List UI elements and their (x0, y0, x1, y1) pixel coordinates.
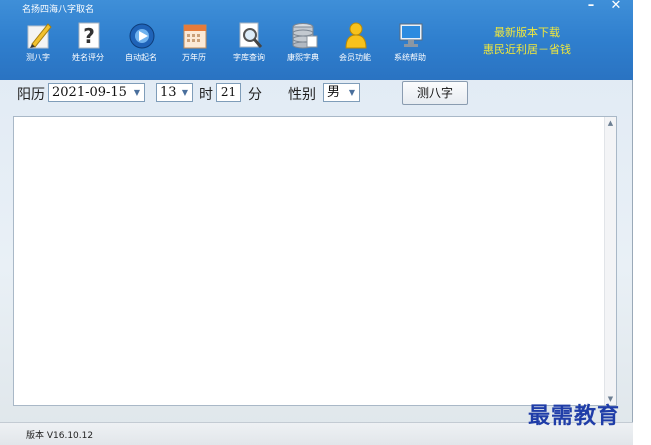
minute-input[interactable]: 21 (216, 83, 241, 102)
promo-link[interactable]: 惠民近利居－省钱 (472, 41, 582, 58)
title-bar: 名扬四海八字取名 – ✕ 测八字 ? 姓名评分 自动起名 万年历 字库查询 康熙… (0, 0, 633, 80)
chevron-down-icon: ▼ (181, 88, 189, 97)
toolbar-label: 万年历 (182, 53, 206, 62)
chevron-down-icon: ▼ (133, 88, 141, 97)
calculate-bazi-button[interactable]: 测八字 (402, 81, 468, 105)
calendar-icon (183, 24, 207, 49)
question-icon: ? (78, 22, 100, 49)
vertical-scrollbar[interactable]: ▲ ▼ (604, 117, 616, 405)
date-picker[interactable]: 2021-09-15 ▼ (48, 83, 145, 102)
result-textarea[interactable]: ▲ ▼ (13, 116, 617, 406)
hour-value: 13 (160, 85, 177, 100)
user-icon (345, 22, 367, 49)
monitor-icon (399, 23, 423, 47)
birth-form: 阳历 2021-09-15 ▼ 13 ▼ 时 21 分 性别 男 ▼ 测八字 (0, 80, 633, 112)
toolbar-item-name-score[interactable]: ? 姓名评分 (60, 18, 116, 68)
toolbar-label: 字库查询 (233, 53, 265, 62)
toolbar-label: 测八字 (26, 53, 50, 62)
magnifier-icon (239, 22, 263, 48)
toolbar-label: 自动起名 (125, 53, 157, 62)
calendar-label: 阳历 (17, 87, 45, 103)
toolbar-item-help[interactable]: 系统帮助 (382, 18, 438, 68)
toolbar-item-auto-name[interactable]: 自动起名 (113, 18, 169, 68)
toolbar-item-bazi[interactable]: 测八字 (10, 18, 66, 68)
toolbar-label: 会员功能 (339, 53, 371, 62)
toolbar-item-kangxi[interactable]: 康熙字典 (275, 18, 331, 68)
chevron-down-icon: ▼ (348, 88, 356, 97)
download-link[interactable]: 最新版本下载 (472, 24, 582, 41)
toolbar-item-member[interactable]: 会员功能 (327, 18, 383, 68)
hour-select[interactable]: 13 ▼ (156, 83, 193, 102)
minute-label: 分 (248, 87, 262, 103)
watermark-logo: 最需教育 (528, 403, 621, 429)
svg-text:?: ? (83, 24, 95, 48)
toolbar-item-calendar[interactable]: 万年历 (166, 18, 222, 68)
gender-label: 性别 (288, 87, 316, 103)
gender-value: 男 (327, 85, 341, 100)
version-label: 版本 V16.10.12 (26, 431, 94, 441)
pencil-icon (27, 23, 52, 49)
scroll-up-icon[interactable]: ▲ (605, 117, 616, 129)
database-icon (292, 23, 318, 49)
date-value: 2021-09-15 (52, 85, 127, 100)
toolbar-label: 姓名评分 (72, 53, 104, 62)
toolbar-label: 康熙字典 (287, 53, 319, 62)
window-title: 名扬四海八字取名 (22, 5, 95, 15)
close-button[interactable]: ✕ (605, 0, 627, 14)
gender-select[interactable]: 男 ▼ (323, 83, 360, 102)
minimize-button[interactable]: – (580, 0, 602, 14)
promo-links: 最新版本下载 惠民近利居－省钱 (472, 24, 582, 58)
disc-icon (129, 23, 155, 49)
toolbar-label: 系统帮助 (394, 53, 426, 62)
toolbar-item-char-search[interactable]: 字库查询 (221, 18, 277, 68)
app-window: 名扬四海八字取名 – ✕ 测八字 ? 姓名评分 自动起名 万年历 字库查询 康熙… (0, 0, 633, 445)
hour-label: 时 (199, 87, 213, 103)
